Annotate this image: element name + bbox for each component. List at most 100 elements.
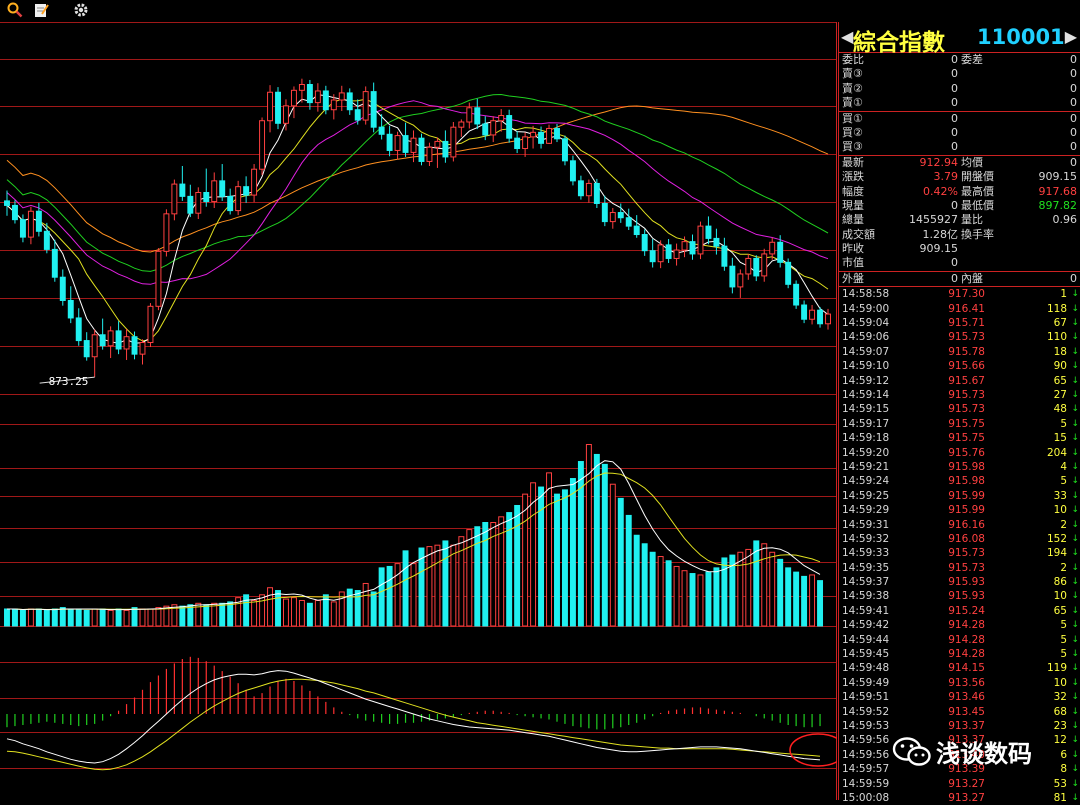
candle-body	[354, 109, 361, 121]
candle	[402, 122, 409, 157]
candle	[290, 86, 297, 119]
notepad-icon[interactable]	[32, 2, 50, 20]
tick-time: 14:59:20	[842, 446, 890, 459]
tick-price: 915.73	[948, 403, 985, 416]
quote-label: 外盤	[842, 271, 864, 285]
quote-value: 0	[951, 111, 958, 125]
kline-chart[interactable]: 873.25	[0, 22, 837, 800]
quote-value: 0	[951, 271, 958, 285]
candle-body	[585, 182, 592, 197]
candle	[267, 85, 274, 133]
quote-value: 897.82	[1038, 198, 1078, 212]
tick-price: 914.28	[948, 648, 985, 661]
volume-bar	[283, 598, 289, 627]
quote-value: 909.15	[919, 242, 959, 256]
volume-bar	[641, 543, 648, 627]
candle	[155, 248, 162, 311]
tick-volume: 81	[1053, 791, 1067, 804]
quote-row: 現量 0 最低價 897.82	[839, 199, 1080, 213]
candle	[67, 286, 74, 324]
tick-volume: 18	[1053, 345, 1067, 358]
candle	[59, 269, 66, 306]
prev-arrow-icon[interactable]: ◀	[841, 27, 853, 46]
candle	[83, 332, 90, 361]
quote-section: 外盤 0 內盤 0	[839, 271, 1080, 288]
down-arrow-icon: ↓	[1071, 792, 1079, 803]
candle-body	[370, 91, 377, 128]
tick-list[interactable]: 14:58:58 917.30 1 ↓ 14:59:00 916.41 118 ↓ 14:59:…	[839, 287, 1080, 805]
tick-volume: 204	[1046, 446, 1067, 459]
candle	[633, 215, 640, 238]
quote-value: 0	[951, 125, 958, 139]
tick-price: 913.27	[948, 777, 985, 790]
candle	[91, 329, 98, 378]
tick-volume: 119	[1046, 662, 1067, 675]
gear-icon[interactable]	[72, 2, 90, 20]
down-arrow-icon: ↓	[1071, 318, 1079, 329]
candle	[195, 187, 202, 220]
grid-lines	[0, 22, 837, 800]
tick-price: 913.46	[948, 691, 985, 704]
tick-row: 14:59:07 915.78 18 ↓	[839, 345, 1080, 359]
tick-price: 913.56	[948, 676, 985, 689]
magnifier-icon[interactable]	[6, 2, 24, 20]
candle-body	[322, 90, 329, 111]
volume-bar	[697, 574, 704, 627]
candle-body	[51, 248, 58, 278]
next-arrow-icon[interactable]: ▶	[1065, 27, 1077, 46]
candle	[649, 239, 656, 268]
candle-body	[4, 200, 10, 206]
tick-volume: 110	[1046, 331, 1067, 344]
candle	[298, 78, 305, 103]
candle-body	[19, 219, 26, 238]
candle-body	[67, 299, 74, 319]
volume-bar	[43, 609, 50, 627]
volume-bar	[554, 493, 560, 627]
tick-price: 914.28	[948, 633, 985, 646]
candle-body	[522, 136, 529, 150]
candle-body	[697, 225, 704, 255]
down-arrow-icon: ↓	[1071, 490, 1079, 501]
candle	[721, 237, 728, 271]
quote-label: 買①	[842, 111, 863, 125]
quote-row: 昨收 909.15	[839, 242, 1080, 256]
candle-body	[617, 212, 624, 219]
candle	[793, 280, 800, 309]
candle	[514, 131, 521, 154]
candle	[99, 318, 106, 350]
candle-body	[689, 241, 696, 255]
down-arrow-icon: ↓	[1071, 562, 1079, 573]
tick-volume: 118	[1046, 302, 1067, 315]
candle	[585, 179, 592, 203]
tick-row: 14:59:00 916.41 118 ↓	[839, 302, 1080, 316]
quote-row: 買① 0 0	[839, 112, 1080, 126]
candle-body	[259, 120, 266, 170]
candle-body	[275, 91, 281, 124]
tick-time: 14:59:53	[842, 719, 890, 732]
tick-time: 14:59:35	[842, 561, 890, 574]
candle-body	[235, 186, 242, 212]
volume-bar	[625, 514, 632, 627]
tick-price: 915.99	[948, 489, 985, 502]
quote-label: 委比	[842, 53, 864, 66]
candle-body	[219, 180, 226, 197]
volume-bar	[665, 560, 672, 627]
ma60-line	[6, 105, 829, 253]
tick-time: 14:59:10	[842, 360, 890, 373]
quote-label: 賣③	[842, 67, 863, 81]
volume-bar	[490, 521, 497, 627]
volume-bar	[737, 551, 744, 627]
down-arrow-icon: ↓	[1071, 389, 1079, 400]
down-arrow-icon: ↓	[1071, 720, 1079, 731]
tick-volume: 53	[1053, 777, 1067, 790]
tick-price: 915.24	[948, 604, 985, 617]
candle	[593, 178, 600, 209]
volume-bar	[785, 567, 792, 627]
tick-volume: 33	[1053, 489, 1067, 502]
candle	[506, 109, 513, 143]
tick-row: 15:00:08 913.27 81 ↓	[839, 791, 1080, 805]
candle-body	[418, 137, 425, 162]
tick-row: 14:58:58 917.30 1 ↓	[839, 287, 1080, 301]
tick-time: 14:59:15	[842, 403, 890, 416]
candle-body	[426, 146, 433, 162]
